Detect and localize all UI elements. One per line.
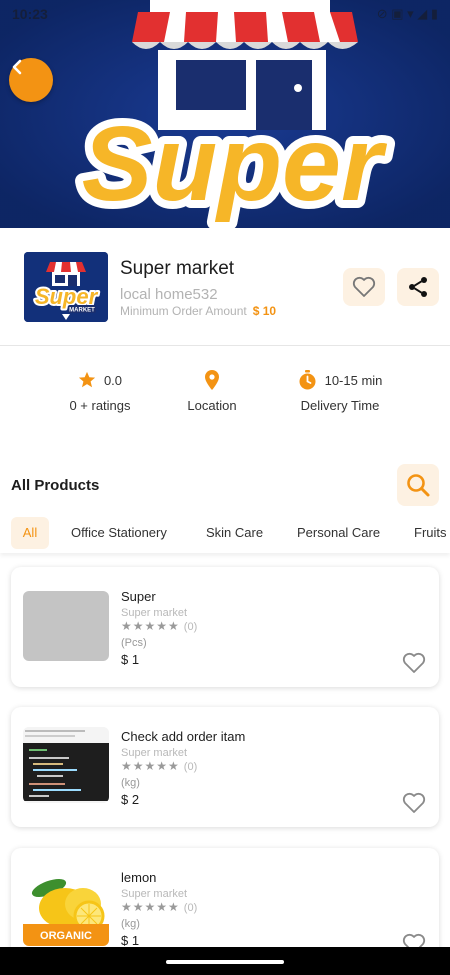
store-name: Super market bbox=[120, 258, 235, 279]
review-count: (0) bbox=[183, 902, 198, 914]
product-rating: ★★★★★ (0) bbox=[121, 900, 197, 914]
back-button[interactable] bbox=[9, 58, 53, 102]
status-bar: 10:23 ⊘ ▣ ▾ ◢ ▮ bbox=[0, 0, 450, 28]
favorite-product-heart-icon[interactable] bbox=[401, 651, 427, 675]
product-unit: (kg) bbox=[121, 777, 140, 789]
rating-stars: ★★★★★ bbox=[121, 619, 180, 633]
heart-icon bbox=[352, 276, 376, 297]
share-button[interactable] bbox=[397, 268, 439, 306]
search-products-button[interactable] bbox=[397, 464, 439, 506]
product-rating: ★★★★★ (0) bbox=[121, 619, 197, 633]
category-tabs: All Office Stationery Skin Care Personal… bbox=[0, 513, 450, 553]
minimum-order-label: Minimum Order Amount bbox=[120, 304, 247, 318]
home-indicator[interactable] bbox=[166, 960, 284, 964]
product-shop: Super market bbox=[121, 607, 188, 619]
product-rating: ★★★★★ (0) bbox=[121, 759, 197, 773]
product-shop: Super market bbox=[121, 888, 188, 900]
product-name: Check add order itam bbox=[121, 729, 246, 744]
location-label: Location bbox=[187, 398, 237, 413]
all-products-title: All Products bbox=[11, 477, 100, 494]
product-image bbox=[23, 591, 109, 661]
code-screenshot-image bbox=[23, 727, 109, 803]
minimum-order-amount: $ 10 bbox=[252, 304, 277, 318]
product-price: $ 1 bbox=[121, 652, 140, 667]
review-count: (0) bbox=[183, 621, 198, 633]
status-time: 10:23 bbox=[12, 6, 48, 22]
delivery-info: 10-15 min Delivery Time bbox=[280, 370, 400, 413]
rating-value: 0.0 bbox=[103, 372, 123, 388]
minimum-order: Minimum Order Amount $ 10 bbox=[120, 304, 276, 318]
category-tab-office-stationery[interactable]: Office Stationery bbox=[63, 517, 175, 549]
star-icon bbox=[78, 371, 96, 388]
search-icon bbox=[407, 474, 430, 497]
timer-icon bbox=[299, 370, 316, 390]
category-tab-skin-care[interactable]: Skin Care bbox=[198, 517, 271, 549]
store-banner: Super Super 10:23 ⊘ ▣ ▾ ◢ ▮ bbox=[0, 0, 450, 228]
rating-info: 0.0 0 + ratings bbox=[40, 370, 160, 413]
product-shop: Super market bbox=[121, 747, 188, 759]
favorite-store-button[interactable] bbox=[343, 268, 385, 306]
category-tab-all[interactable]: All bbox=[11, 517, 49, 549]
product-unit: (Pcs) bbox=[121, 637, 147, 649]
product-price: $ 2 bbox=[121, 792, 140, 807]
svg-text:MARKET: MARKET bbox=[69, 308, 95, 314]
rating-stars: ★★★★★ bbox=[121, 900, 180, 914]
status-icons: ⊘ ▣ ▾ ◢ ▮ bbox=[376, 6, 438, 21]
product-image bbox=[23, 727, 109, 803]
svg-text:ORGANIC: ORGANIC bbox=[40, 930, 92, 942]
store-header: Super Super MARKET Super market local ho… bbox=[0, 228, 450, 346]
location-info[interactable]: Location bbox=[162, 370, 262, 413]
store-info-row: 0.0 0 + ratings Location 10-15 min Deliv… bbox=[0, 370, 450, 430]
category-tab-personal-care[interactable]: Personal Care bbox=[289, 517, 388, 549]
product-unit: (kg) bbox=[121, 918, 140, 930]
header-notch bbox=[219, 346, 237, 353]
product-name: lemon bbox=[121, 870, 157, 885]
delivery-label: Delivery Time bbox=[300, 398, 380, 413]
product-image: ORGANIC bbox=[23, 874, 109, 946]
review-count: (0) bbox=[183, 761, 198, 773]
product-name: Super bbox=[121, 589, 156, 604]
favorite-product-heart-icon[interactable] bbox=[401, 791, 427, 815]
delivery-time: 10-15 min bbox=[324, 372, 383, 388]
product-card[interactable]: Super Super market ★★★★★ (0) (Pcs) $ 1 bbox=[11, 567, 439, 687]
rating-count: 0 + ratings bbox=[69, 398, 131, 413]
location-pin-icon bbox=[205, 370, 219, 390]
lemon-image: ORGANIC bbox=[23, 878, 109, 946]
rating-stars: ★★★★★ bbox=[121, 759, 180, 773]
chevron-left-icon bbox=[12, 59, 22, 75]
store-logo-image: Super Super MARKET bbox=[24, 252, 108, 322]
store-banner-image: Super Super bbox=[0, 0, 450, 228]
share-icon bbox=[409, 277, 427, 297]
category-tab-fruits[interactable]: Fruits bbox=[406, 517, 450, 549]
store-location: local home532 bbox=[120, 286, 218, 303]
product-price: $ 1 bbox=[121, 933, 140, 948]
store-logo: Super Super MARKET bbox=[24, 252, 108, 322]
svg-text:Super: Super bbox=[82, 105, 388, 223]
product-card[interactable]: Check add order itam Super market ★★★★★(… bbox=[11, 707, 439, 827]
